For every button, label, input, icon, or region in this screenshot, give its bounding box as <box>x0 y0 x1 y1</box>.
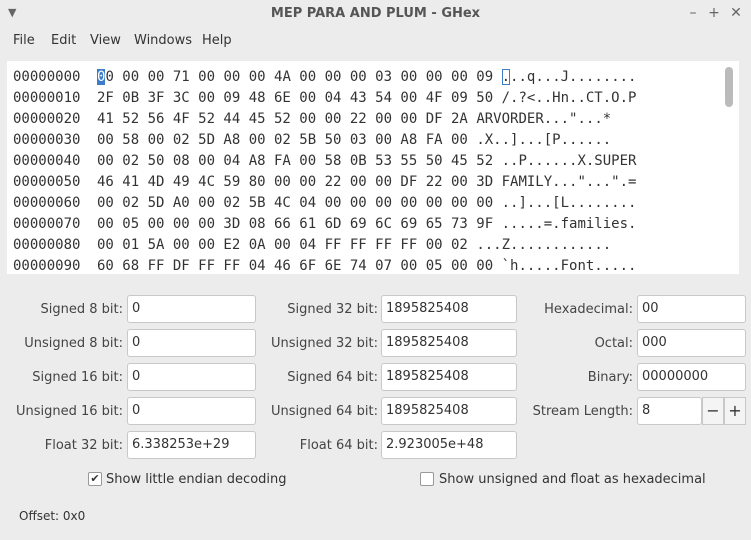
hex-row-offset: 00000060 <box>13 195 81 211</box>
hex-row-ascii[interactable]: ARVORDER..."...* <box>476 109 611 130</box>
hex-row[interactable]: 00000080 00 01 5A 00 00 E2 0A 00 04 FF FF… <box>13 235 611 256</box>
hex-row-offset: 00000090 <box>13 258 81 274</box>
signed16-label: Signed 16 bit: <box>32 370 123 385</box>
hex-row-bytes[interactable]: 00 58 00 02 5D A8 00 02 5B 50 03 00 A8 F… <box>97 130 468 151</box>
float64-field[interactable]: 2.923005e+48 <box>381 431 517 459</box>
unsigned16-label: Unsigned 16 bit: <box>15 404 123 419</box>
stream-length-increment-button[interactable]: + <box>724 397 746 425</box>
title-bar: ▼ MEP PARA AND PLUM - GHex – + ✕ <box>0 0 751 28</box>
hex-row-bytes[interactable]: 46 41 4D 49 4C 59 80 00 00 22 00 00 DF 2… <box>97 172 493 193</box>
maximize-icon[interactable]: + <box>705 4 723 22</box>
float64-label: Float 64 bit: <box>299 438 378 453</box>
unsigned32-field[interactable]: 1895825408 <box>381 329 517 357</box>
hex-row-bytes[interactable]: 00 02 5D A0 00 02 5B 4C 04 00 00 00 00 0… <box>97 193 493 214</box>
menu-file[interactable]: File <box>13 33 35 48</box>
ascii-cursor[interactable]: . <box>501 69 511 85</box>
binary-field[interactable]: 00000000 <box>637 363 746 391</box>
signed32-label: Signed 32 bit: <box>287 302 378 317</box>
hex-row[interactable]: 00000020 41 52 56 4F 52 44 45 52 00 00 22… <box>13 109 611 130</box>
hexadecimal-field[interactable]: 00 <box>637 295 746 323</box>
float32-field[interactable]: 6.338253e+29 <box>127 431 256 459</box>
unsigned16-field[interactable]: 0 <box>127 397 256 425</box>
hex-row-bytes[interactable]: 2F 0B 3F 3C 00 09 48 6E 00 04 43 54 00 4… <box>97 88 493 109</box>
stream-length-label: Stream Length: <box>532 404 633 419</box>
unsigned8-label: Unsigned 8 bit: <box>24 336 123 351</box>
close-icon[interactable]: ✕ <box>727 4 745 22</box>
little-endian-checkbox[interactable]: ✔ <box>88 472 102 486</box>
hex-row[interactable]: 00000070 00 05 00 00 00 3D 08 66 61 6D 69… <box>13 214 636 235</box>
hex-row-offset: 00000080 <box>13 237 81 253</box>
menu-edit[interactable]: Edit <box>51 33 76 48</box>
menu-bar: File Edit View Windows Help <box>0 28 751 54</box>
hex-cursor[interactable]: 0 <box>97 69 106 85</box>
signed64-field[interactable]: 1895825408 <box>381 363 517 391</box>
hex-row[interactable]: 00000000 00 00 00 71 00 00 00 4A 00 00 00… <box>13 67 636 88</box>
unsigned64-label: Unsigned 64 bit: <box>270 404 378 419</box>
unsigned-hex-checkbox[interactable] <box>420 472 434 486</box>
signed8-field[interactable]: 0 <box>127 295 256 323</box>
hexadecimal-label: Hexadecimal: <box>544 302 633 317</box>
hex-row[interactable]: 00000010 2F 0B 3F 3C 00 09 48 6E 00 04 43… <box>13 88 636 109</box>
menu-windows[interactable]: Windows <box>134 33 192 48</box>
hex-row-offset: 00000000 <box>13 69 81 85</box>
signed32-field[interactable]: 1895825408 <box>381 295 517 323</box>
unsigned8-field[interactable]: 0 <box>127 329 256 357</box>
signed8-label: Signed 8 bit: <box>40 302 123 317</box>
octal-label: Octal: <box>594 336 633 351</box>
stream-length-decrement-button[interactable]: − <box>702 397 724 425</box>
float32-label: Float 32 bit: <box>44 438 123 453</box>
unsigned-hex-label[interactable]: Show unsigned and float as hexadecimal <box>439 472 706 487</box>
hex-scrollbar[interactable] <box>725 67 733 107</box>
menu-help[interactable]: Help <box>202 33 232 48</box>
hex-editor-panel[interactable]: 00000000 00 00 00 71 00 00 00 4A 00 00 00… <box>7 61 739 274</box>
hex-row-bytes[interactable]: 00 00 00 71 00 00 00 4A 00 00 00 03 00 0… <box>97 67 493 88</box>
hex-row[interactable]: 00000040 00 02 50 08 00 04 A8 FA 00 58 0B… <box>13 151 636 172</box>
window-title: MEP PARA AND PLUM - GHex <box>270 6 481 21</box>
hex-row-bytes[interactable]: 60 68 FF DF FF FF 04 46 6F 6E 74 07 00 0… <box>97 256 493 277</box>
binary-label: Binary: <box>587 370 633 385</box>
hex-row[interactable]: 00000090 60 68 FF DF FF FF 04 46 6F 6E 74… <box>13 256 636 277</box>
hex-row-offset: 00000020 <box>13 111 81 127</box>
hex-row-bytes[interactable]: 00 01 5A 00 00 E2 0A 00 04 FF FF FF FF 0… <box>97 235 468 256</box>
little-endian-label[interactable]: Show little endian decoding <box>106 472 287 487</box>
status-offset: Offset: 0x0 <box>19 509 86 523</box>
hex-row-bytes[interactable]: 00 05 00 00 00 3D 08 66 61 6D 69 6C 69 6… <box>97 214 493 235</box>
hex-row[interactable]: 00000050 46 41 4D 49 4C 59 80 00 00 22 00… <box>13 172 636 193</box>
hex-row-offset: 00000010 <box>13 90 81 106</box>
hex-row-offset: 00000050 <box>13 174 81 190</box>
unsigned32-label: Unsigned 32 bit: <box>270 336 378 351</box>
hex-row[interactable]: 00000030 00 58 00 02 5D A8 00 02 5B 50 03… <box>13 130 611 151</box>
unsigned64-field[interactable]: 1895825408 <box>381 397 517 425</box>
octal-field[interactable]: 000 <box>637 329 746 357</box>
hex-row-offset: 00000070 <box>13 216 81 232</box>
hex-row-offset: 00000040 <box>13 153 81 169</box>
signed16-field[interactable]: 0 <box>127 363 256 391</box>
hex-row-ascii[interactable]: /.?<..Hn..CT.O.P <box>502 88 637 109</box>
hex-row-ascii[interactable]: .X..]...[P...... <box>476 130 611 151</box>
hex-row-bytes[interactable]: 00 02 50 08 00 04 A8 FA 00 58 0B 53 55 5… <box>97 151 493 172</box>
hex-row-ascii[interactable]: FAMILY..."...".= <box>502 172 637 193</box>
hex-row-ascii[interactable]: ..]...[L........ <box>502 193 637 214</box>
signed64-label: Signed 64 bit: <box>287 370 378 385</box>
hex-row-offset: 00000030 <box>13 132 81 148</box>
hex-row-ascii[interactable]: `h.....Font..... <box>502 256 637 277</box>
stream-length-field[interactable]: 8 <box>637 397 702 425</box>
hex-row-ascii[interactable]: ...Z............ <box>476 235 611 256</box>
hex-row-bytes[interactable]: 41 52 56 4F 52 44 45 52 00 00 22 00 00 D… <box>97 109 468 130</box>
menu-view[interactable]: View <box>90 33 121 48</box>
checkmark-icon: ✔ <box>90 472 100 485</box>
hex-row-ascii[interactable]: ..P......X.SUPER <box>502 151 637 172</box>
hex-row-ascii[interactable]: .....=.families. <box>502 214 637 235</box>
hex-row-ascii[interactable]: ...q...J........ <box>501 67 636 88</box>
hex-row[interactable]: 00000060 00 02 5D A0 00 02 5B 4C 04 00 00… <box>13 193 636 214</box>
minimize-icon[interactable]: – <box>684 4 702 22</box>
